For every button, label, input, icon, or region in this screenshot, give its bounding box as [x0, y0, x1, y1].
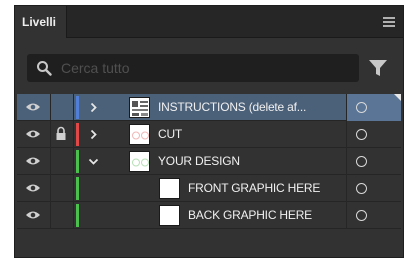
layer-name: INSTRUCTIONS (delete af...: [158, 100, 307, 114]
layer-color-bar: [76, 177, 79, 200]
column-divider: [73, 94, 74, 121]
layer-thumbnail: [129, 97, 150, 118]
layer-color-bar: [76, 204, 79, 227]
selection-column[interactable]: [346, 121, 401, 148]
eye-icon[interactable]: [25, 101, 41, 113]
layer-thumbnail: [159, 205, 180, 226]
column-divider: [50, 148, 51, 175]
layer-thumbnail: [159, 178, 180, 199]
target-circle-icon[interactable]: [356, 156, 367, 167]
layer-thumbnail: [129, 124, 150, 145]
layer-row-your-design[interactable]: YOUR DESIGN: [17, 148, 401, 175]
layer-name: FRONT GRAPHIC HERE: [188, 181, 321, 195]
layer-color-bar: [76, 123, 79, 146]
panel-tab-bar: Livelli: [15, 6, 403, 38]
layer-row-front-graphic[interactable]: FRONT GRAPHIC HERE: [17, 175, 401, 202]
chevron-right-icon[interactable]: [88, 129, 99, 140]
column-divider: [73, 175, 74, 202]
layer-name: BACK GRAPHIC HERE: [188, 208, 312, 222]
layer-name: CUT: [158, 127, 183, 141]
chevron-right-icon[interactable]: [88, 102, 99, 113]
column-divider: [50, 94, 51, 121]
layer-row-back-graphic[interactable]: BACK GRAPHIC HERE: [17, 202, 401, 229]
eye-icon[interactable]: [25, 209, 41, 221]
target-circle-icon[interactable]: [356, 129, 367, 140]
layers-list: INSTRUCTIONS (delete af... CUT YOUR DESI…: [17, 94, 401, 229]
column-divider: [50, 175, 51, 202]
column-divider: [73, 148, 74, 175]
lock-icon[interactable]: [55, 126, 67, 141]
eye-icon[interactable]: [25, 155, 41, 167]
layer-row-cut[interactable]: CUT: [17, 121, 401, 148]
panel-menu-icon[interactable]: [383, 17, 395, 27]
target-circle-icon[interactable]: [356, 102, 367, 113]
layer-thumbnail: [129, 151, 150, 172]
layer-color-bar: [76, 96, 79, 119]
layer-color-bar: [76, 150, 79, 173]
selection-column[interactable]: [346, 175, 401, 202]
column-divider: [73, 121, 74, 148]
column-divider: [50, 121, 51, 148]
selection-column[interactable]: [346, 94, 401, 121]
eye-icon[interactable]: [25, 182, 41, 194]
filter-icon[interactable]: [367, 57, 389, 79]
selection-column[interactable]: [346, 202, 401, 229]
selected-art-indicator: [394, 94, 401, 101]
search-input[interactable]: [61, 58, 351, 78]
column-divider: [50, 202, 51, 229]
chevron-down-icon[interactable]: [88, 156, 99, 167]
layers-panel: Livelli Cerca tutto INSTRUCTIONS (delete…: [14, 5, 404, 258]
search-icon: [37, 61, 52, 76]
layer-name: YOUR DESIGN: [158, 154, 240, 168]
search-field[interactable]: [27, 54, 359, 82]
layer-row-instructions[interactable]: INSTRUCTIONS (delete af...: [17, 94, 401, 121]
column-divider: [73, 202, 74, 229]
target-circle-icon[interactable]: [356, 210, 367, 221]
selection-column[interactable]: [346, 148, 401, 175]
target-circle-icon[interactable]: [356, 183, 367, 194]
eye-icon[interactable]: [25, 128, 41, 140]
tab-livelli[interactable]: Livelli: [15, 6, 67, 38]
